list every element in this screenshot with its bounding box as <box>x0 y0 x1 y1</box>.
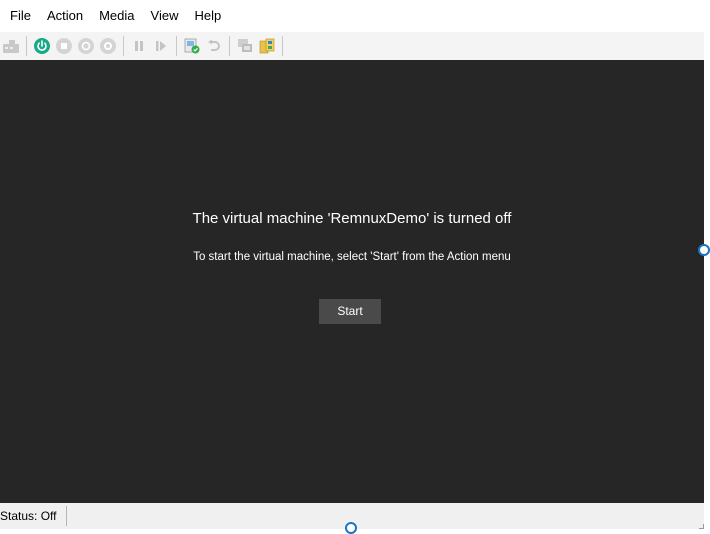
menu-help[interactable]: Help <box>186 4 229 28</box>
turn-off-icon <box>56 38 72 54</box>
pause-button[interactable] <box>130 37 148 55</box>
status-text: Status: Off <box>0 509 57 523</box>
shut-down-icon <box>78 38 94 54</box>
pause-icon <box>131 38 147 54</box>
ctrl-alt-del-icon <box>3 39 19 53</box>
revert-button[interactable] <box>205 37 223 55</box>
share-button[interactable] <box>258 37 276 55</box>
menu-action[interactable]: Action <box>39 4 91 28</box>
menu-bar: File Action Media View Help <box>0 0 704 32</box>
save-icon <box>100 38 116 54</box>
toolbar-separator <box>176 36 177 56</box>
start-button[interactable] <box>33 37 51 55</box>
toolbar-separator <box>229 36 230 56</box>
checkpoint-icon <box>184 38 200 54</box>
start-vm-button[interactable]: Start <box>319 299 381 324</box>
resume-icon <box>153 38 169 54</box>
status-separator <box>66 506 67 526</box>
revert-icon <box>206 38 222 54</box>
menu-view[interactable]: View <box>143 4 187 28</box>
toolbar-separator <box>26 36 27 56</box>
menu-media[interactable]: Media <box>91 4 142 28</box>
share-icon <box>259 38 275 54</box>
toolbar-separator <box>282 36 283 56</box>
enhanced-session-button[interactable] <box>236 37 254 55</box>
toolbar <box>0 32 704 60</box>
shut-down-button[interactable] <box>77 37 95 55</box>
resize-handle-bottom[interactable] <box>345 522 357 534</box>
save-button[interactable] <box>99 37 117 55</box>
ctrl-alt-del-button[interactable] <box>2 37 20 55</box>
resume-button[interactable] <box>152 37 170 55</box>
toolbar-separator <box>123 36 124 56</box>
checkpoint-button[interactable] <box>183 37 201 55</box>
enhanced-session-icon <box>237 38 253 54</box>
menu-file[interactable]: File <box>0 4 39 28</box>
vm-start-instructions: To start the virtual machine, select 'St… <box>193 251 511 263</box>
window-edge <box>704 0 710 534</box>
start-icon <box>34 38 50 54</box>
resize-handle-right[interactable] <box>698 244 710 256</box>
vm-display[interactable]: The virtual machine 'RemnuxDemo' is turn… <box>0 60 704 503</box>
vm-connection-window: File Action Media View Help The virtual … <box>0 0 710 534</box>
turn-off-button[interactable] <box>55 37 73 55</box>
vm-off-message: The virtual machine 'RemnuxDemo' is turn… <box>192 210 512 227</box>
